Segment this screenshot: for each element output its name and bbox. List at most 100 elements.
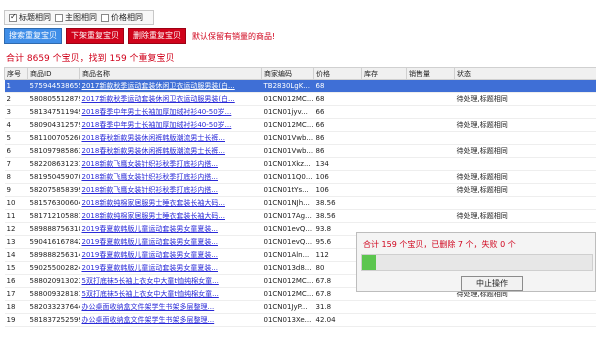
table-row[interactable]: 9 582075858399 2018新款飞鹰女装针织衫秋季打底衫内搭... 01CN… [4,183,596,197]
table-row[interactable]: 2 580805512879 2017新款秋季运动套装休闲卫衣运动服男装(白... 0… [4,92,596,106]
product-name[interactable]: 2018春季中年男士长袖加厚加绒衬衫40-50岁... [79,118,262,132]
seller-code: 01CN01tYs... [261,183,314,197]
table-row[interactable]: 19 581837252599 办公桌面收纳盒文件架学生书架多层整理... 01CN0… [4,313,596,327]
seller-code: 01CN01JyP... [261,300,314,314]
product-name[interactable]: 2019春夏款韩版儿童运动套装男女童夏装... [79,222,262,236]
status: 待处理,标题相同 [454,118,596,132]
table-row[interactable]: 1 575944538655 2017新款秋季运动套装休闲卫衣运动服男装(白... T… [4,79,596,93]
product-name[interactable]: 办公桌面收纳盒文件架学生书架多层整理... [79,300,262,314]
table-row[interactable]: 8 581950459070 2018新款飞鹰女装针织衫秋季打底衫内搭... 01CN… [4,170,596,184]
product-id: 575944538655 [27,79,80,93]
product-name[interactable]: 2018新款纯棉家居服男士睡衣套装长袖大码... [79,196,262,210]
price: 66 [313,118,362,132]
price: 86 [313,144,362,158]
option-title-same[interactable]: 标题相同 [9,12,51,23]
row-number: 14 [4,248,28,262]
product-name[interactable]: 2017新款秋季运动套装休闲卫衣运动服男装(白... [79,92,262,106]
result-summary: 合计 8659 个宝贝，找到 159 个重复宝贝 [6,54,175,64]
price: 134 [313,157,362,171]
option-image-same[interactable]: 主图相同 [55,12,97,23]
price: 31.8 [313,300,362,314]
table-row[interactable]: 4 580904312579 2018春季中年男士长袖加厚加绒衬衫40-50岁...… [4,118,596,132]
seller-code: 01CN012MC... [261,287,314,301]
row-number: 16 [4,274,28,288]
sales [406,313,455,327]
price: 67.8 [313,274,362,288]
product-name[interactable]: 2019春夏款韩版儿童运动套装男女童夏装... [79,248,262,262]
stock [361,118,407,132]
product-name[interactable]: 2018春季中年男士长袖加厚加绒衬衫40-50岁... [79,105,262,119]
stock [361,313,407,327]
seller-code: 01CN01Aln... [261,248,314,262]
column-header[interactable]: 销售量 [406,67,455,80]
price: 68 [313,79,362,93]
option-price-same[interactable]: 价格相同 [101,12,143,23]
table-row[interactable]: 10 581576300604 2018新款纯棉家居服男士睡衣套装长袖大码... 01… [4,196,596,210]
image-same-checkbox[interactable] [55,13,63,22]
seller-code: 01CN01Xkz... [261,157,314,171]
table-row[interactable]: 3 581347511949 2018春季中年男士长袖加厚加绒衬衫40-50岁...… [4,105,596,119]
stock [361,183,407,197]
seller-code: TB2830LgK... [261,79,314,93]
seller-code: 01CN017Ag... [261,209,314,223]
price: 95.6 [313,235,362,249]
product-name[interactable]: 2018新款纯棉家居服男士睡衣套装长袖大码... [79,209,262,223]
table-row[interactable]: 5 581100705260 2018春秋新款男装休闲裤韩版潮流男士长裤... 01C… [4,131,596,145]
product-name[interactable]: 5双打底袜5长袖上衣女中大童t恤纯棉女童... [79,287,262,301]
price: 106 [313,183,362,197]
seller-code: 01CN012MC... [261,92,314,106]
seller-code: 01CN012MC... [261,274,314,288]
delist-duplicates-button[interactable]: 下架重复宝贝 [66,28,124,44]
column-header[interactable]: 商品名称 [79,67,262,80]
action-toolbar: 搜索重复宝贝 下架重复宝贝 删除重复宝贝 默认保留有销量的商品! [4,28,275,44]
table-row[interactable]: 6 581097985863 2018春秋新款男装休闲裤韩版潮流男士长裤... 01C… [4,144,596,158]
product-id: 581347511949 [27,105,80,119]
seller-code: 01CN012MC... [261,118,314,132]
column-header[interactable]: 库存 [361,67,407,80]
product-name[interactable]: 2018新款飞鹰女装针织衫秋季打底衫内搭... [79,170,262,184]
seller-code: 01CN01jyv... [261,105,314,119]
sales [406,170,455,184]
seller-code: 01CN01Vwb... [261,144,314,158]
search-duplicates-button[interactable]: 搜索重复宝贝 [4,28,62,44]
row-number: 17 [4,287,28,301]
price-same-checkbox[interactable] [101,13,109,22]
option-label: 主图相同 [65,13,97,22]
column-header[interactable]: 价格 [313,67,362,80]
product-id: 589888756318 [27,222,80,236]
delete-duplicates-button[interactable]: 删除重复宝贝 [128,28,186,44]
column-header[interactable]: 序号 [4,67,28,80]
progress-dialog: 合计 159 个宝贝，已删除 7 个，失败 0 个 中止操作 [356,232,596,292]
column-header[interactable]: 状态 [454,67,596,80]
price: 80 [313,261,362,275]
product-name[interactable]: 2019春夏款韩版儿童运动套装男女童夏装... [79,235,262,249]
row-number: 13 [4,235,28,249]
stop-operation-button[interactable]: 中止操作 [461,276,523,291]
product-name[interactable]: 办公桌面收纳盒文件架学生书架多层整理... [79,313,262,327]
row-number: 7 [4,157,28,171]
column-header[interactable]: 商品ID [27,67,80,80]
product-name[interactable]: 2018春秋新款男装休闲裤韩版潮流男士长裤... [79,144,262,158]
status: 待处理,标题相同 [454,92,596,106]
table-row[interactable]: 11 581712105881 2018新款纯棉家居服男士睡衣套装长袖大码... 01… [4,209,596,223]
product-id: 582033237644 [27,300,80,314]
product-name[interactable]: 2017新款秋季运动套装休闲卫衣运动服男装(白... [79,79,262,93]
product-name[interactable]: 2018春秋新款男装休闲裤韩版潮流男士长裤... [79,131,262,145]
product-name[interactable]: 2018新款飞鹰女装针织衫秋季打底衫内搭... [79,157,262,171]
status [454,79,596,93]
price: 93.8 [313,222,362,236]
product-name[interactable]: 5双打底袜5长袖上衣女中大童t恤纯棉女童... [79,274,262,288]
price: 106 [313,170,362,184]
column-header[interactable]: 商家编码 [261,67,314,80]
table-row[interactable]: 18 582033237644 办公桌面收纳盒文件架学生书架多层整理... 01CN0… [4,300,596,314]
seller-code: 01CN01NJh... [261,196,314,210]
title-same-checkbox[interactable] [9,12,17,22]
status: 待处理,标题相同 [454,209,596,223]
stock [361,170,407,184]
row-number: 5 [4,131,28,145]
product-name[interactable]: 2019春夏款韩版儿童运动套装男女童夏装... [79,261,262,275]
price: 68 [313,92,362,106]
table-row[interactable]: 7 582208631231 2018新款飞鹰女装针织衫秋季打底衫内搭... 01CN… [4,157,596,171]
progress-message: 合计 159 个宝贝，已删除 7 个，失败 0 个 [363,240,516,249]
product-name[interactable]: 2018新款飞鹰女装针织衫秋季打底衫内搭... [79,183,262,197]
